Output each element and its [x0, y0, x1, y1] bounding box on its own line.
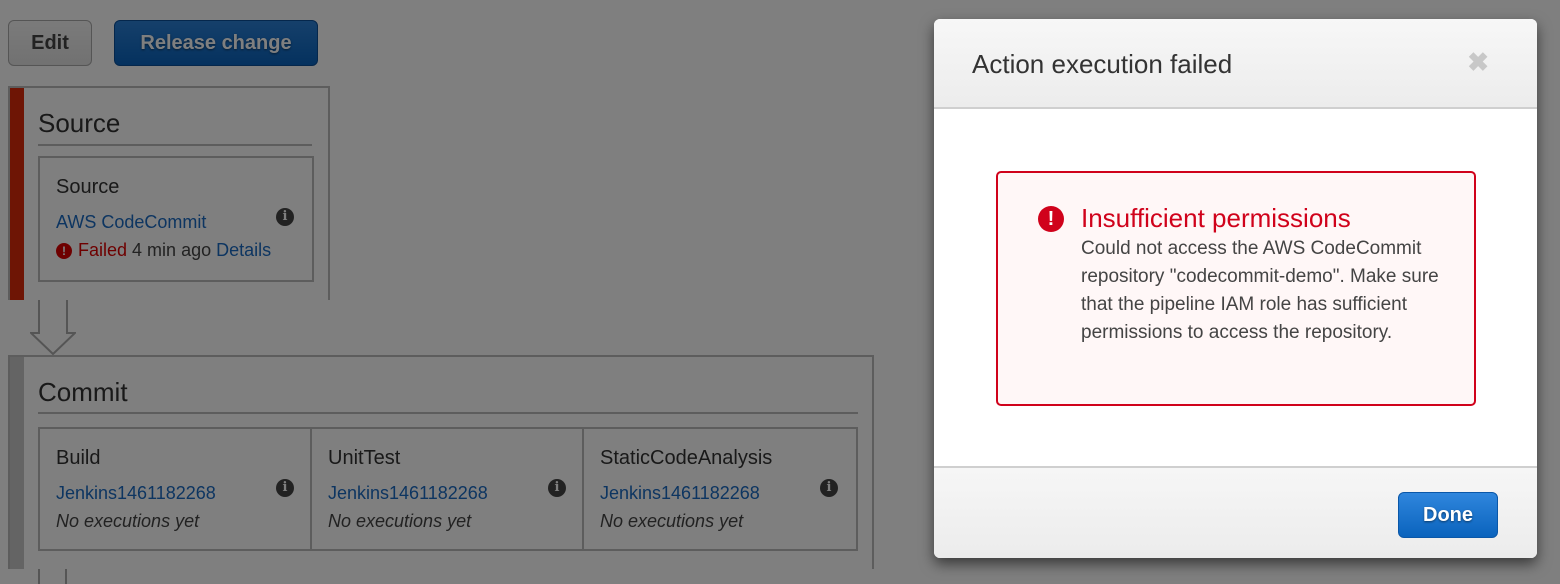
done-button[interactable]: Done	[1398, 492, 1498, 538]
dialog-title: Action execution failed	[972, 49, 1233, 79]
error-alert: ! Insufficient permissions Could not acc…	[996, 171, 1476, 406]
alert-message: Could not access the AWS CodeCommit repo…	[1081, 238, 1439, 343]
exclamation-circle-icon: !	[1038, 206, 1064, 232]
dialog-header: Action execution failed ✖	[934, 19, 1537, 109]
error-dialog: Action execution failed ✖ ! Insufficient…	[934, 19, 1537, 558]
dialog-footer: Done	[934, 466, 1537, 558]
alert-title: Insufficient permissions	[1081, 203, 1351, 233]
pipeline-page: Edit Release change Source Source AWS Co…	[0, 0, 1560, 584]
close-icon[interactable]: ✖	[1467, 49, 1489, 75]
